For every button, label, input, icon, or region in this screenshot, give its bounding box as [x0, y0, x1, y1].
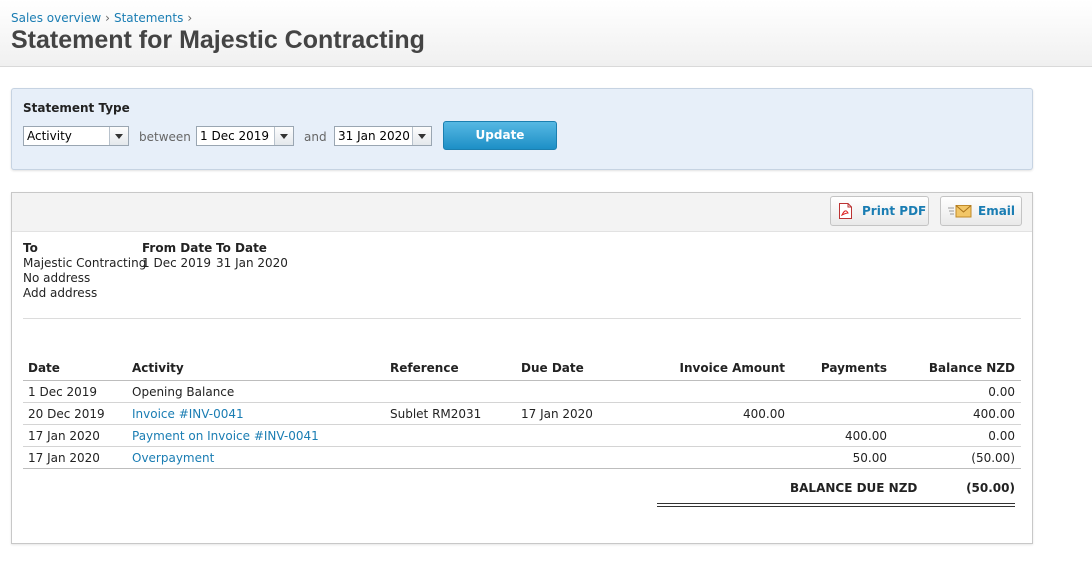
chevron-down-icon: [274, 127, 293, 145]
add-address-link[interactable]: Add address: [23, 286, 97, 300]
to-date-text: 31 Jan 2020: [216, 256, 288, 270]
pdf-icon: [839, 203, 852, 219]
row-activity-link[interactable]: Invoice #INV-0041: [132, 407, 244, 421]
row-activity-link[interactable]: Overpayment: [132, 451, 214, 465]
email-button[interactable]: Email: [940, 196, 1022, 226]
balance-due-value: (50.00): [966, 481, 1015, 495]
column-header-date: Date: [28, 361, 60, 375]
print-pdf-label: Print PDF: [862, 204, 927, 218]
and-label: and: [304, 130, 327, 144]
chevron-down-icon: [109, 127, 128, 145]
statement-toolbar: Print PDF Email: [12, 193, 1032, 232]
to-date-value: 31 Jan 2020: [338, 129, 410, 143]
header-divider: [23, 380, 1021, 381]
breadcrumb-separator: ›: [187, 11, 193, 25]
column-header-balance: Balance NZD: [928, 361, 1015, 375]
row-divider: [23, 468, 1021, 469]
email-label: Email: [978, 204, 1016, 218]
row-date: 17 Jan 2020: [28, 429, 100, 443]
statement-type-select[interactable]: Activity: [23, 126, 129, 146]
column-header-invoice-amount: Invoice Amount: [679, 361, 785, 375]
row-activity: Opening Balance: [132, 385, 235, 399]
row-divider: [23, 424, 1021, 425]
row-divider: [23, 446, 1021, 447]
chevron-down-icon: [412, 127, 431, 145]
column-header-reference: Reference: [390, 361, 459, 375]
row-activity-link[interactable]: Payment on Invoice #INV-0041: [132, 429, 319, 443]
from-date-select[interactable]: 1 Dec 2019: [196, 126, 294, 146]
from-date-value: 1 Dec 2019: [200, 129, 270, 143]
column-header-activity: Activity: [132, 361, 184, 375]
breadcrumb-sales-overview[interactable]: Sales overview: [11, 11, 101, 25]
row-payments: 400.00: [845, 429, 887, 443]
statement-panel: Print PDF Email To Majestic Contracting …: [11, 192, 1033, 544]
breadcrumb-separator: ›: [105, 11, 110, 25]
contact-name-link[interactable]: Majestic Contracting: [23, 256, 146, 270]
row-balance: 0.00: [988, 385, 1015, 399]
row-date: 1 Dec 2019: [28, 385, 98, 399]
statement-type-value: Activity: [27, 129, 72, 143]
page-header: Sales overview › Statements › Statement for…: [0, 0, 1092, 67]
breadcrumb: Sales overview › Statements ›: [11, 11, 196, 25]
column-header-payments: Payments: [820, 361, 887, 375]
row-date: 17 Jan 2020: [28, 451, 100, 465]
to-label: To: [23, 241, 38, 255]
row-reference: Sublet RM2031: [390, 407, 482, 421]
row-due-date: 17 Jan 2020: [521, 407, 593, 421]
breadcrumb-statements[interactable]: Statements: [114, 11, 183, 25]
from-date-label: From Date: [142, 241, 213, 255]
from-date-text: 1 Dec 2019: [142, 256, 212, 270]
between-label: between: [139, 130, 191, 144]
envelope-icon: [948, 205, 972, 218]
row-balance: 0.00: [988, 429, 1015, 443]
column-header-due-date: Due Date: [521, 361, 584, 375]
row-divider: [23, 402, 1021, 403]
to-date-select[interactable]: 31 Jan 2020: [334, 126, 432, 146]
statement-type-label: Statement Type: [23, 101, 130, 115]
row-balance: (50.00): [971, 451, 1015, 465]
page-title: Statement for Majestic Contracting: [11, 26, 425, 54]
update-button[interactable]: Update: [443, 121, 557, 150]
to-date-label: To Date: [216, 241, 267, 255]
row-date: 20 Dec 2019: [28, 407, 105, 421]
row-payments: 50.00: [852, 451, 887, 465]
balance-double-underline: [657, 503, 1015, 507]
no-address-text: No address: [23, 271, 91, 285]
row-invoice-amount: 400.00: [743, 407, 785, 421]
print-pdf-button[interactable]: Print PDF: [830, 196, 929, 226]
section-divider: [23, 318, 1021, 319]
row-balance: 400.00: [973, 407, 1015, 421]
statement-type-panel: Statement Type Activity between 1 Dec 20…: [11, 88, 1033, 170]
